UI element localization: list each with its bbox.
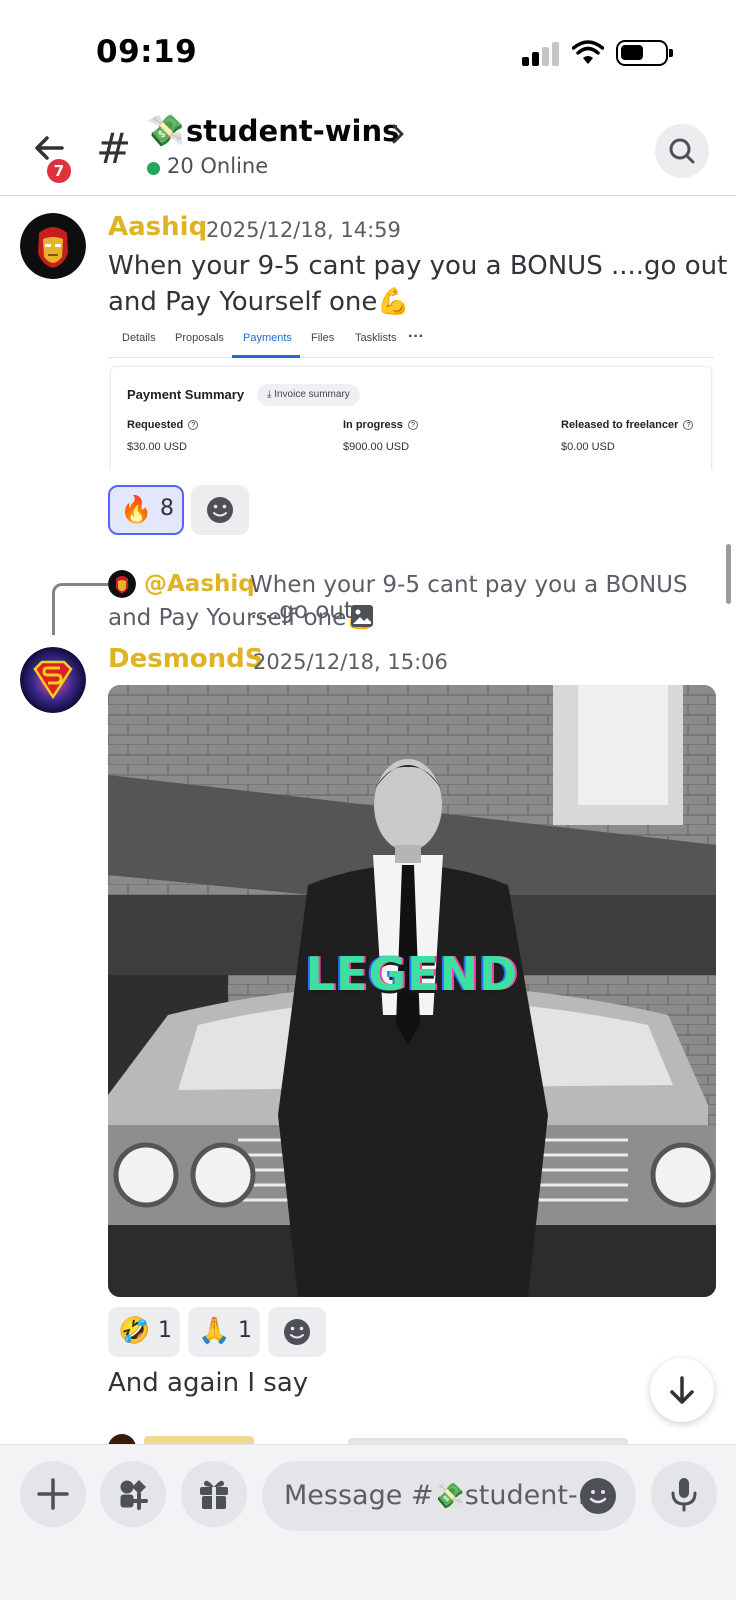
- pray-emoji: 🙏: [198, 1316, 231, 1346]
- gif-caption: LEGEND: [305, 947, 519, 1001]
- attachment-tabs: Details Proposals Payments Files Tasklis…: [108, 328, 714, 358]
- emoji-button[interactable]: [580, 1478, 616, 1514]
- payment-summary-title: Payment Summary: [127, 387, 245, 402]
- reaction-count: 1: [158, 1318, 172, 1343]
- microphone-icon: [671, 1478, 697, 1512]
- attachment-screenshot[interactable]: Details Proposals Payments Files Tasklis…: [108, 328, 714, 470]
- gif-attachment[interactable]: LEGEND: [108, 685, 716, 1297]
- avatar-aashiq[interactable]: [20, 213, 86, 279]
- channel-name[interactable]: student-wins: [186, 114, 399, 148]
- message-input[interactable]: Message #💸student-..: [262, 1461, 636, 1531]
- message-text-line: When your 9-5 cant pay you a BONUS ....g…: [108, 251, 728, 281]
- requested-value: $30.00 USD: [127, 441, 187, 453]
- reply-username[interactable]: @Aashiq: [144, 571, 255, 597]
- tab-proposals: Proposals: [175, 332, 224, 344]
- online-status-dot: [147, 162, 160, 175]
- attach-button[interactable]: [20, 1461, 86, 1527]
- chevron-right-icon[interactable]: [389, 122, 407, 146]
- search-icon: [669, 138, 695, 164]
- cellular-signal-icon: [522, 42, 560, 66]
- scrollbar-thumb[interactable]: [726, 544, 731, 604]
- invoice-summary-pill: ⤓ Invoice summary: [257, 384, 360, 406]
- unread-badge: 7: [44, 156, 74, 186]
- reaction-pray[interactable]: 🙏 1: [188, 1307, 260, 1357]
- active-tab-underline: [232, 355, 300, 358]
- reply-avatar: [108, 570, 136, 598]
- released-label: Released to freelancer?: [561, 419, 694, 431]
- apps-icon: [120, 1480, 148, 1510]
- message-username[interactable]: Aashiq: [108, 212, 207, 242]
- message-timestamp: 2025/12/18, 15:06: [253, 650, 448, 674]
- in-progress-value: $900.00 USD: [343, 441, 410, 453]
- message-placeholder: Message #💸student-..: [284, 1480, 595, 1511]
- reply-preview-text[interactable]: and Pay Yourself one💪: [108, 604, 375, 631]
- voice-message-button[interactable]: [651, 1461, 717, 1527]
- tab-files: Files: [311, 332, 335, 344]
- payment-summary-card: Payment Summary ⤓ Invoice summary Reques…: [110, 366, 712, 470]
- gift-button[interactable]: [181, 1461, 247, 1527]
- image-icon: [351, 605, 373, 627]
- wifi-icon: [572, 40, 604, 64]
- reaction-count: 1: [238, 1318, 252, 1343]
- smiley-icon: [284, 1319, 310, 1345]
- reaction-rofl[interactable]: 🤣 1: [108, 1307, 180, 1357]
- message-composer: Message #💸student-..: [0, 1444, 736, 1600]
- in-progress-label: In progress?: [343, 419, 418, 431]
- add-reaction-button[interactable]: [191, 485, 249, 535]
- arrow-down-icon: [670, 1376, 694, 1404]
- channel-hash-icon: #: [96, 124, 132, 173]
- avatar-desmonds[interactable]: [20, 647, 86, 713]
- tab-payments: Payments: [243, 332, 292, 344]
- plus-icon: [37, 1478, 69, 1510]
- online-count: 20 Online: [167, 154, 269, 178]
- message-username[interactable]: DesmondS: [108, 644, 264, 674]
- help-icon: ?: [683, 420, 694, 430]
- gift-icon: [200, 1480, 228, 1509]
- message-text-line: and Pay Yourself one💪: [108, 287, 410, 317]
- jump-to-present-button[interactable]: [650, 1358, 714, 1422]
- reaction-count: 8: [160, 496, 174, 521]
- rofl-emoji: 🤣: [118, 1316, 151, 1346]
- tab-tasklists: Tasklists: [355, 332, 397, 344]
- more-icon: ···: [408, 328, 424, 345]
- released-value: $0.00 USD: [561, 441, 615, 453]
- status-bar: 09:19: [0, 0, 736, 100]
- channel-emoji: 💸: [146, 113, 185, 149]
- next-message-peek: [108, 1432, 628, 1444]
- smiley-icon: [589, 1490, 607, 1504]
- requested-label: Requested?: [127, 419, 199, 431]
- search-button[interactable]: [655, 124, 709, 178]
- battery-icon: [616, 40, 673, 66]
- status-time: 09:19: [96, 34, 198, 70]
- tab-details: Details: [122, 332, 156, 344]
- help-icon: ?: [407, 420, 418, 430]
- message-text-line: And again I say: [108, 1368, 309, 1398]
- smiley-icon: [207, 497, 233, 523]
- reply-connector: [52, 583, 108, 635]
- help-icon: ?: [188, 420, 199, 430]
- reaction-fire[interactable]: 🔥 8: [108, 485, 184, 535]
- channel-header: 7 # 💸 student-wins 20 Online: [0, 100, 736, 196]
- add-reaction-button[interactable]: [268, 1307, 326, 1357]
- apps-button[interactable]: [100, 1461, 166, 1527]
- fire-emoji: 🔥: [120, 495, 153, 525]
- message-timestamp: 2025/12/18, 14:59: [206, 218, 401, 242]
